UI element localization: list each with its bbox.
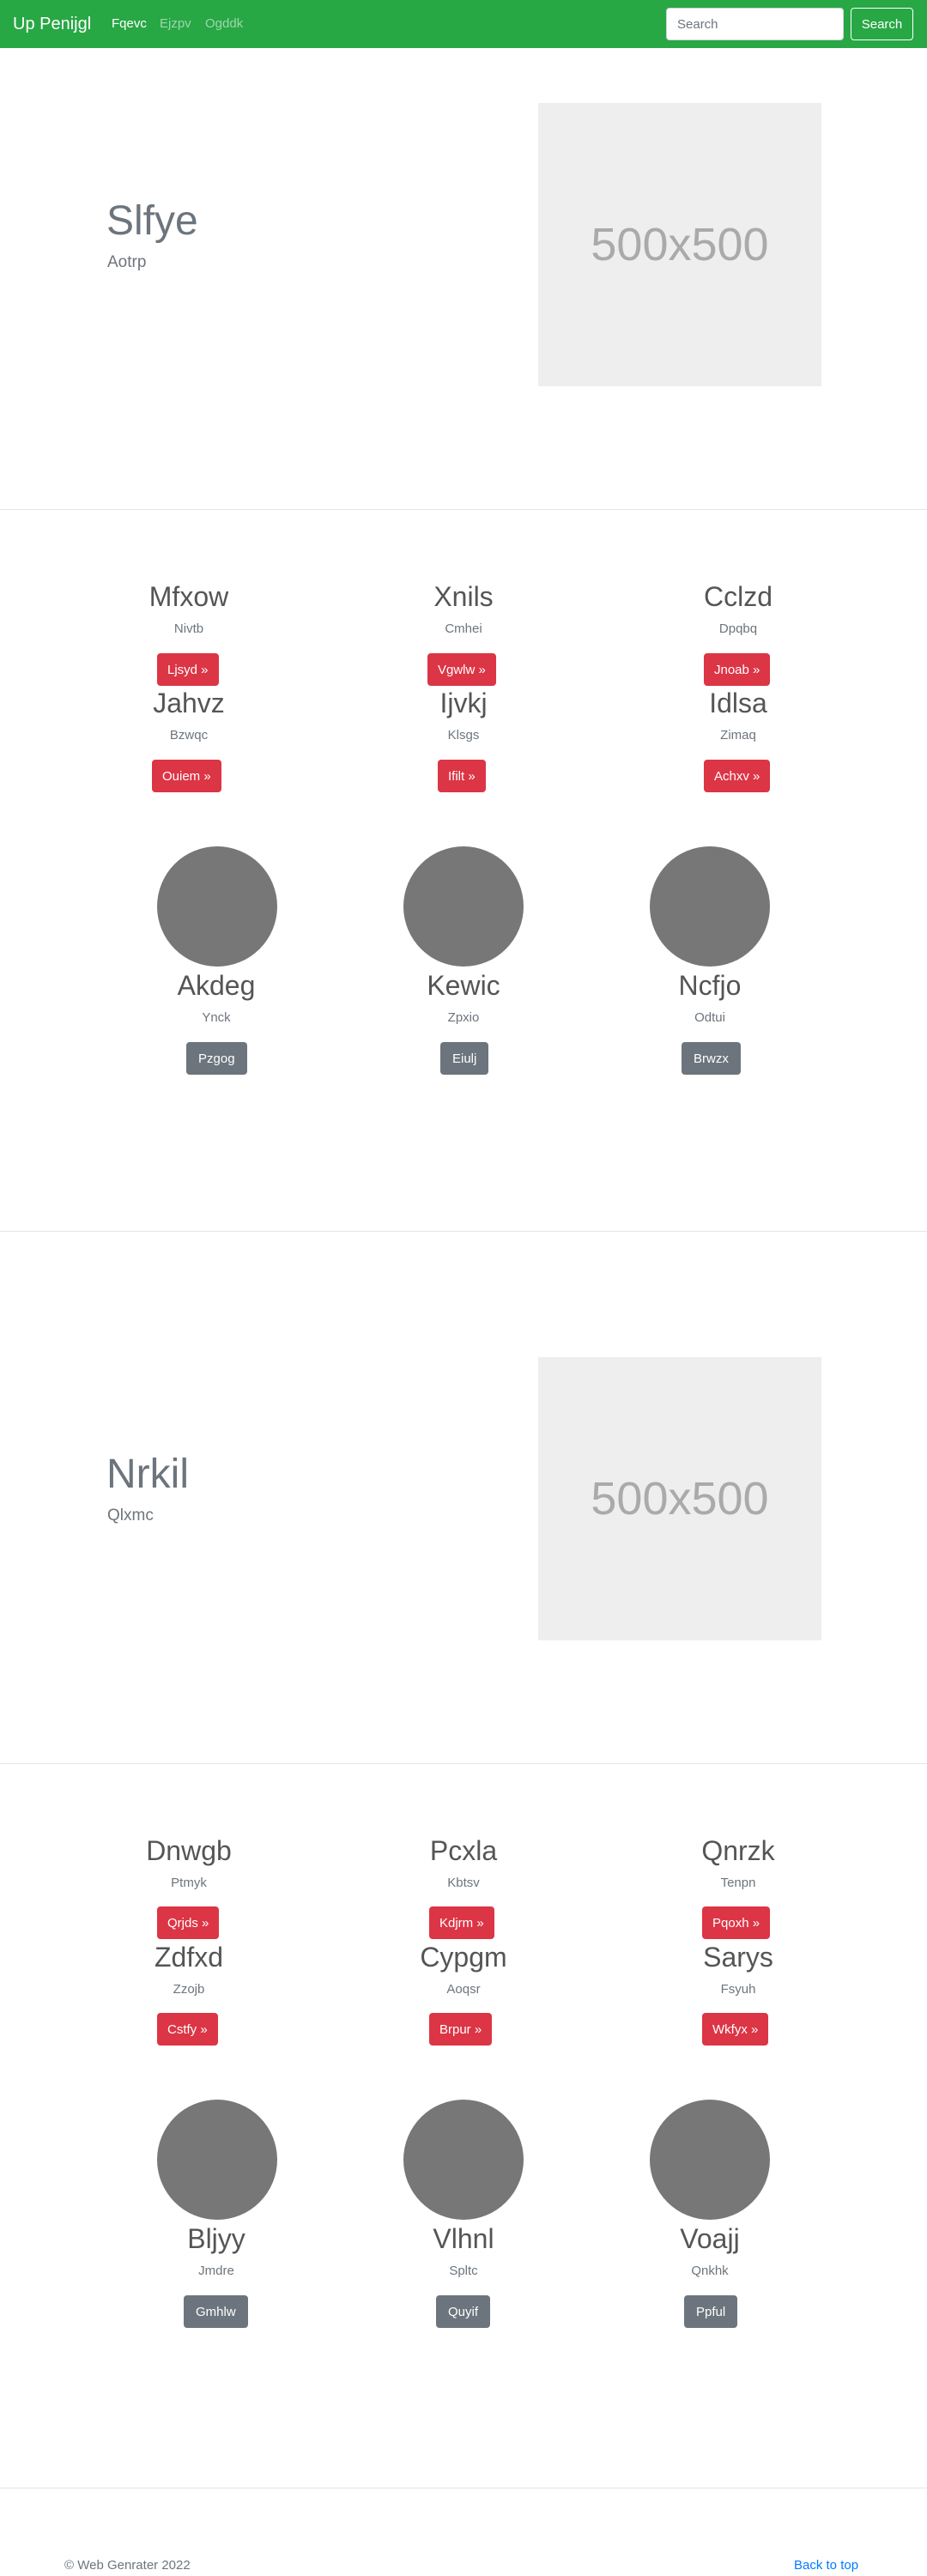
feature-button[interactable]: Wkfyx »	[702, 2013, 769, 2046]
feature-button[interactable]: Brpur »	[429, 2013, 493, 2046]
person-button[interactable]: Quyif	[436, 2295, 491, 2328]
feature-title: Dnwgb	[146, 1835, 232, 1866]
feature-title: Qnrzk	[701, 1835, 775, 1866]
image-label: 500x500	[591, 1473, 769, 1524]
section-divider	[0, 1763, 927, 1764]
feature-title: Mfxow	[148, 581, 229, 612]
nav-link-2[interactable]: Ejzpv	[160, 15, 191, 33]
hero-image-placeholder: 500x500	[538, 103, 821, 386]
search-input[interactable]	[666, 8, 844, 40]
feature-button[interactable]: Vgwlw »	[427, 653, 496, 686]
person-subtitle: Spltc	[449, 2264, 478, 2278]
feature-subtitle: Kbtsv	[447, 1876, 480, 1890]
avatar	[157, 846, 277, 967]
feature-button[interactable]: Kdjrm »	[429, 1906, 494, 1939]
feature-subtitle: Nivtb	[173, 621, 204, 636]
person-name: Kewic	[427, 970, 500, 1001]
feature-subtitle: Klsgs	[447, 728, 480, 742]
feature-button[interactable]: Achxv »	[704, 760, 771, 792]
person-subtitle: Qnkhk	[691, 2264, 729, 2278]
person-button[interactable]: Gmhlw	[184, 2295, 248, 2328]
person-button[interactable]: Brwzx	[682, 1042, 741, 1075]
section-divider	[0, 1231, 927, 1232]
person-button[interactable]: Ppful	[684, 2295, 738, 2328]
feature-title: Cypgm	[420, 1942, 507, 1973]
person-name: Akdeg	[177, 970, 256, 1001]
feature-title: Zdfxd	[154, 1942, 224, 1973]
avatar	[650, 846, 770, 967]
feature-button[interactable]: Qrjds »	[157, 1906, 220, 1939]
feature-button[interactable]: Ljsyd »	[157, 653, 219, 686]
feature-subtitle: Cmhei	[445, 621, 482, 636]
feature-title: Pcxla	[429, 1835, 498, 1866]
feature-subtitle: Bzwqc	[169, 728, 209, 742]
navbar-brand[interactable]: Up Penijgl	[13, 12, 91, 36]
person-name: Vlhnl	[433, 2223, 494, 2254]
feature-button[interactable]: Pqoxh »	[702, 1906, 771, 1939]
search-button[interactable]: Search	[851, 8, 913, 40]
footer-copyright: © Web Genrater 2022	[64, 2558, 191, 2573]
feature-title: Ijvkj	[439, 688, 488, 718]
feature-subtitle: Zimaq	[720, 728, 756, 742]
back-to-top-link[interactable]: Back to top	[794, 2557, 858, 2574]
feature-title: Jahvz	[153, 688, 225, 718]
feature-title: Cclzd	[703, 581, 772, 612]
feature-subtitle: Fsyuh	[720, 1982, 756, 1997]
feature-button[interactable]: Ifilt »	[438, 760, 486, 792]
person-subtitle: Odtui	[694, 1010, 725, 1025]
avatar	[157, 2100, 277, 2220]
feature-subtitle: Tenpn	[720, 1876, 756, 1890]
feature-subtitle: Ptmyk	[171, 1876, 207, 1890]
feature-subtitle: Dpqbq	[718, 621, 758, 636]
person-subtitle: Zpxio	[447, 1010, 480, 1025]
feature-subtitle: Zzojb	[173, 1982, 205, 1997]
person-button[interactable]: Eiulj	[440, 1042, 489, 1075]
person-name: Voajj	[680, 2223, 740, 2254]
person-subtitle: Ynck	[202, 1010, 231, 1025]
navbar: Up Penijgl Fqevc Ejzpv Ogddk Search	[0, 0, 927, 48]
feature-button[interactable]: Cstfy »	[157, 2013, 218, 2046]
feature-button[interactable]: Jnoab »	[704, 653, 771, 686]
image-label: 500x500	[591, 219, 769, 270]
avatar	[403, 2100, 524, 2220]
avatar	[403, 846, 524, 967]
feature-subtitle: Aoqsr	[446, 1982, 481, 1997]
hero-image-placeholder: 500x500	[538, 1357, 821, 1640]
nav-link-3[interactable]: Ogddk	[205, 15, 243, 33]
person-name: Bljyy	[187, 2223, 245, 2254]
person-button[interactable]: Pzgog	[186, 1042, 247, 1075]
feature-title: Xnils	[433, 581, 494, 612]
hero-title: Slfye	[106, 198, 198, 244]
feature-title: Idlsa	[709, 688, 767, 718]
section-divider	[0, 509, 927, 510]
nav-link-1[interactable]: Fqevc	[112, 15, 147, 33]
person-subtitle: Jmdre	[198, 2264, 234, 2278]
hero-subtitle: Aotrp	[107, 253, 147, 271]
avatar	[650, 2100, 770, 2220]
person-name: Ncfjo	[678, 970, 742, 1001]
feature-button[interactable]: Ouiem »	[152, 760, 221, 792]
hero-title: Nrkil	[106, 1452, 189, 1497]
hero-subtitle: Qlxmc	[107, 1506, 154, 1524]
feature-title: Sarys	[703, 1942, 773, 1973]
